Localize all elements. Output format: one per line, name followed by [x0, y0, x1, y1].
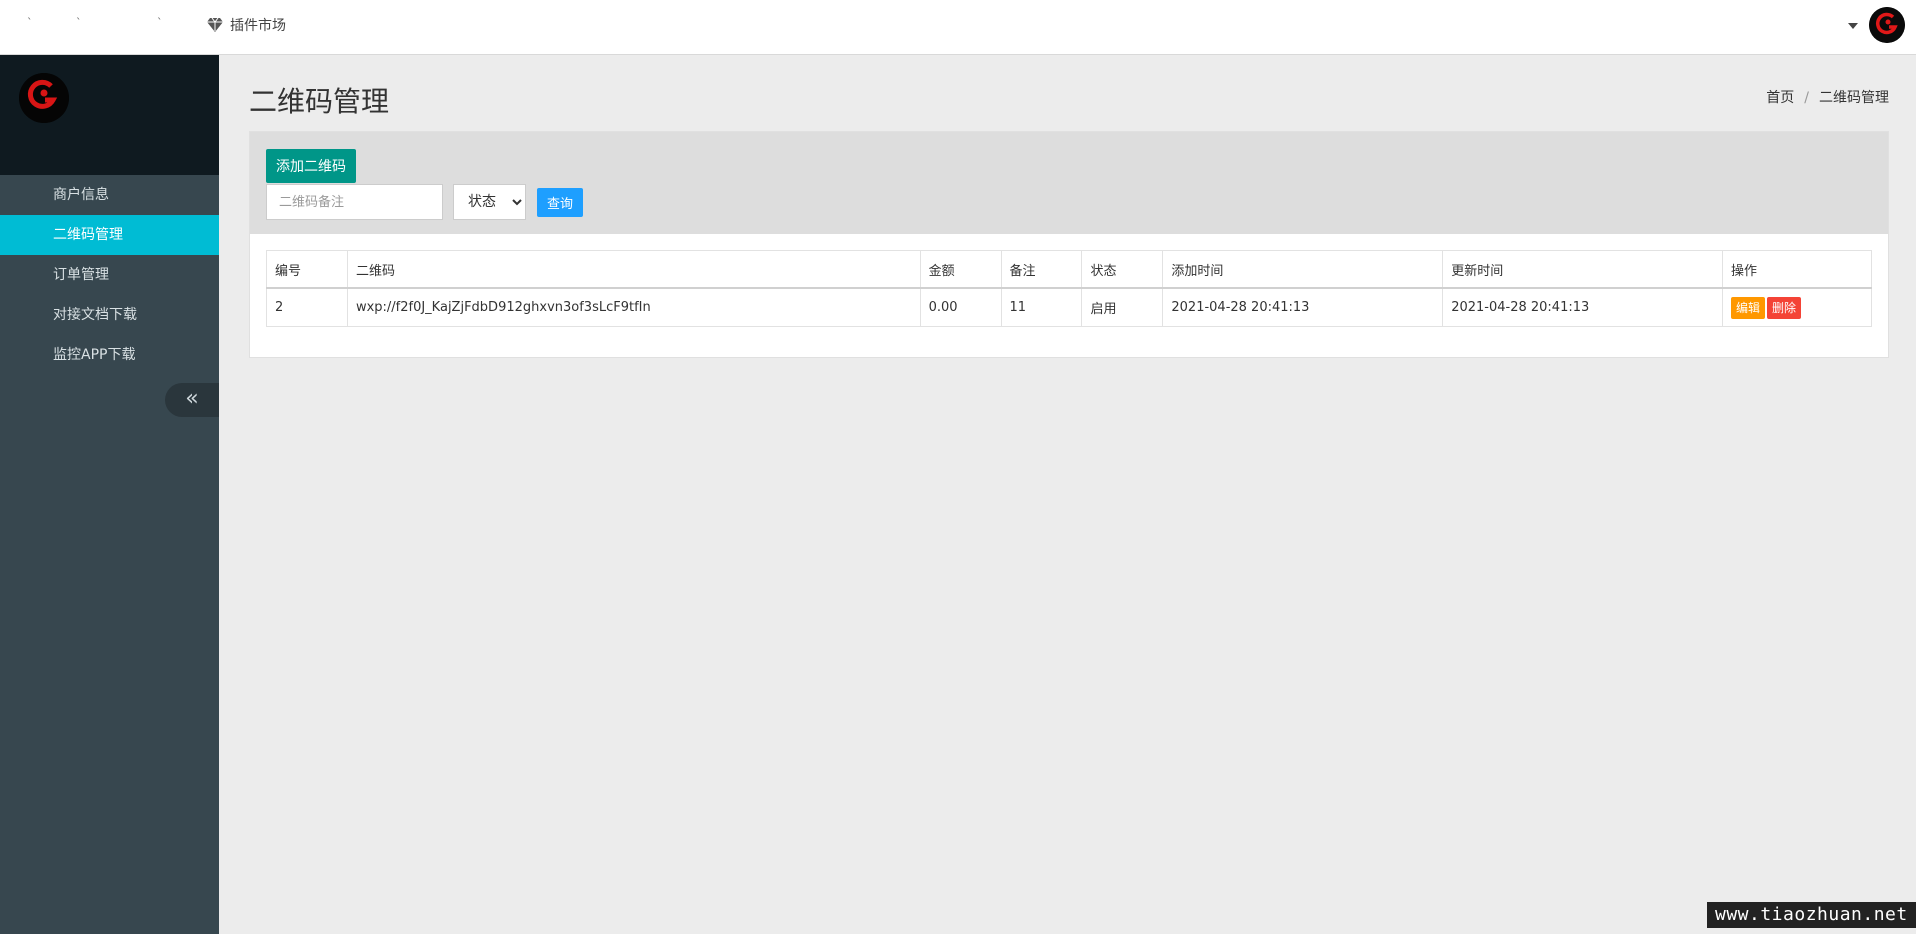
column-header-id[interactable]: 编号 [266, 250, 348, 289]
top-bar: ` ` ` 插件市场 [0, 0, 1916, 55]
cell-note: 11 [1000, 287, 1083, 327]
diamond-icon [207, 17, 223, 32]
top-bar-mark: ` [27, 16, 33, 29]
column-header-updated[interactable]: 更新时间 [1442, 250, 1723, 289]
sidebar-item-monitor-app-download[interactable]: 监控APP下载 [0, 335, 219, 375]
column-header-amount[interactable]: 金额 [919, 250, 1002, 289]
qrcode-table: 编号 二维码 金额 备注 状态 添加时间 更新时间 操作 2 wxp://f2f… [266, 250, 1872, 327]
cell-created: 2021-04-28 20:41:13 [1162, 287, 1444, 327]
top-bar-mark: ` [157, 16, 163, 29]
qrcode-note-search-input[interactable] [266, 184, 443, 220]
cell-actions: 编辑 删除 [1722, 287, 1872, 327]
sidebar-item-qrcode-management[interactable]: 二维码管理 [0, 215, 219, 255]
brand-logo-icon [19, 73, 69, 123]
column-header-created[interactable]: 添加时间 [1162, 250, 1444, 289]
delete-button[interactable]: 删除 [1767, 296, 1802, 319]
cell-qrcode: wxp://f2f0J_KajZjFdbD912ghxvn3of3sLcF9tf… [346, 287, 921, 327]
column-header-note[interactable]: 备注 [1000, 250, 1083, 289]
plugin-market-link[interactable]: 插件市场 [206, 15, 286, 35]
sidebar-item-order-management[interactable]: 订单管理 [0, 255, 219, 295]
breadcrumb-current: 二维码管理 [1819, 90, 1889, 106]
sidebar-item-api-docs-download[interactable]: 对接文档下载 [0, 295, 219, 335]
user-menu-caret-icon[interactable] [1848, 23, 1858, 29]
logo[interactable] [19, 73, 69, 123]
column-header-actions: 操作 [1722, 250, 1872, 289]
column-header-status[interactable]: 状态 [1081, 250, 1164, 289]
sidebar-collapse-button[interactable]: « [165, 383, 219, 417]
breadcrumb-separator: / [1804, 90, 1809, 106]
watermark: www.tiaozhuan.net [1707, 902, 1916, 928]
top-bar-mark: ` [76, 16, 82, 29]
table-header-row: 编号 二维码 金额 备注 状态 添加时间 更新时间 操作 [266, 250, 1872, 289]
filter-toolbar: 添加二维码 状态 查询 [250, 132, 1888, 234]
add-qrcode-button[interactable]: 添加二维码 [266, 149, 356, 183]
table-row: 2 wxp://f2f0J_KajZjFdbD912ghxvn3of3sLcF9… [266, 287, 1872, 327]
page-title: 二维码管理 [249, 85, 390, 118]
breadcrumb-home-link[interactable]: 首页 [1766, 90, 1794, 106]
sidebar-item-merchant-info[interactable]: 商户信息 [0, 175, 219, 215]
status-select[interactable]: 状态 [453, 184, 526, 220]
double-chevron-left-icon: « [185, 386, 199, 411]
qrcode-panel: 添加二维码 状态 查询 编号 二维码 金额 备注 状态 添加时间 更新时间 操作 [249, 131, 1889, 358]
sidebar: 商户信息 二维码管理 订单管理 对接文档下载 监控APP下载 « [0, 55, 219, 934]
sidebar-nav: 商户信息 二维码管理 订单管理 对接文档下载 监控APP下载 [0, 175, 219, 375]
cell-updated: 2021-04-28 20:41:13 [1442, 287, 1723, 327]
sidebar-brand [0, 55, 219, 175]
cell-id: 2 [266, 287, 348, 327]
avatar[interactable] [1869, 7, 1905, 43]
cell-amount: 0.00 [919, 287, 1002, 327]
cell-status: 启用 [1081, 287, 1164, 327]
column-header-qrcode[interactable]: 二维码 [346, 250, 921, 289]
breadcrumb: 首页 / 二维码管理 [1766, 87, 1889, 107]
brand-logo-icon [1869, 7, 1905, 43]
query-button[interactable]: 查询 [537, 188, 583, 217]
edit-button[interactable]: 编辑 [1731, 296, 1766, 319]
plugin-market-label: 插件市场 [230, 18, 286, 34]
